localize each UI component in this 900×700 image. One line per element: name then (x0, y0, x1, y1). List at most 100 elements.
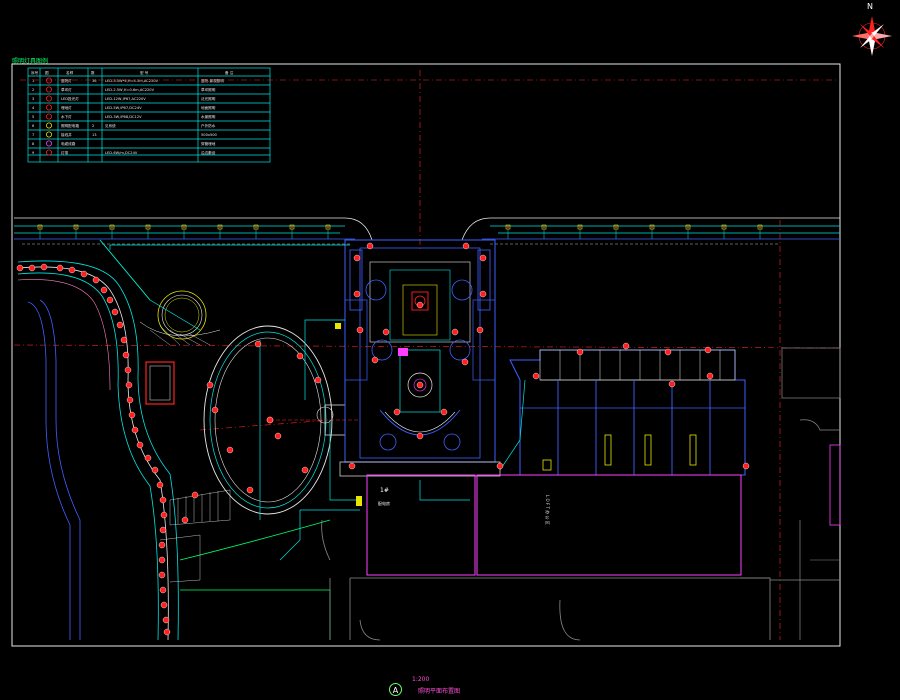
legend-cell-qty: 13 (92, 133, 97, 137)
light-fixture-icon (348, 462, 356, 470)
legend-cell-no: 2 (32, 88, 34, 92)
legend-text: 序号图名称数型 号备 注1 庭院灯 36 LED-3.5W*4,H=4.5m,AC22… (31, 70, 234, 155)
light-fixture-icon (704, 346, 712, 354)
legend-symbol-icon (46, 122, 53, 129)
bollard-light-dot-icon (75, 226, 77, 228)
light-fixture-icon (162, 616, 170, 624)
light-fixture-icon (356, 326, 364, 334)
distribution-box-2 (335, 323, 341, 329)
bollard-light-dot-icon (291, 226, 293, 228)
light-fixture-icon (393, 408, 401, 416)
light-fixture-icon (206, 381, 214, 389)
legend-cell-name: 灯带 (61, 150, 69, 155)
bollard-light-dot-icon (759, 226, 761, 228)
legend-cell-name: 接线井 (61, 132, 72, 137)
cad-drawing-canvas[interactable]: 序号图名称数型 号备 注1 庭院灯 36 LED-3.5W*4,H=4.5m,AC22… (0, 0, 900, 700)
bottom-roads (321, 519, 771, 641)
light-fixture-icon (116, 321, 124, 329)
bollard-light-dot-icon (147, 226, 149, 228)
legend-cell-note: 地面照明 (201, 105, 216, 110)
right-building (509, 349, 746, 476)
light-fixture-icon (462, 242, 470, 250)
legend-symbols (46, 77, 53, 156)
gate-wings (349, 249, 491, 311)
light-fixture-icon (296, 352, 304, 360)
legend-cell-note: 穿管埋地 (201, 141, 216, 146)
light-fixture-icon (664, 348, 672, 356)
light-fixture-icon (126, 396, 134, 404)
light-fixture-icon (163, 628, 171, 636)
legend-cell-model: LED-6W/m,DC24V (105, 151, 138, 155)
legend-header: 备 注 (225, 70, 234, 75)
legend-symbol-icon (46, 86, 53, 93)
building-1-note: 配电房 (378, 500, 390, 506)
light-fixture-icon (156, 481, 164, 489)
legend-symbol-icon (46, 77, 53, 84)
light-fixture-icon (440, 408, 448, 416)
legend-symbol-icon (46, 131, 53, 138)
light-fixture-icon (266, 416, 274, 424)
legend-cell-name: 电缆线路 (61, 141, 76, 146)
legend-symbol-icon (46, 149, 53, 156)
light-fixture-icon (301, 466, 309, 474)
legend-symbol-icon (46, 104, 53, 111)
light-fixture-icon (532, 372, 540, 380)
light-fixture-icon (144, 454, 152, 462)
light-fixture-icon (181, 516, 189, 524)
legend-cell-no: 9 (32, 151, 35, 155)
building-1-label: 1# (380, 487, 389, 494)
distribution-box-1 (356, 496, 362, 506)
bollard-light-dot-icon (507, 226, 509, 228)
lower-stairs (159, 489, 231, 583)
lawn-outline (99, 239, 331, 640)
light-fixture-icon (68, 266, 76, 274)
sheet-title: 照明平面布置图 (418, 688, 461, 695)
bollard-light-dot-icon (651, 226, 653, 228)
light-fixture-icon (16, 264, 24, 272)
legend-cell-model: LED-3.5W*4,H=4.5m,AC220V (105, 79, 159, 83)
bollard-light-dot-icon (183, 226, 185, 228)
light-fixture-icon (353, 290, 361, 298)
legend-cell-note: 户外防水 (201, 123, 216, 128)
light-fixture-icon (159, 526, 167, 534)
building-b-label: L O F T 办 公 区 (545, 495, 551, 525)
legend-cell-note: 草坪照明 (201, 87, 216, 92)
light-fixture-icon (92, 276, 100, 284)
right-edge (770, 347, 841, 640)
legend-cell-no: 3 (32, 97, 34, 101)
lower-buildings (366, 474, 742, 576)
light-fixture-icon (136, 441, 144, 449)
light-fixture-icon (160, 511, 168, 519)
bollard-light-dot-icon (39, 226, 41, 228)
legend-symbol-icon (46, 140, 53, 147)
bollard-light-dot-icon (615, 226, 617, 228)
light-fixture-icon (158, 556, 166, 564)
legend-title: 照明灯具图例 (12, 58, 49, 65)
sheet-callout: A (389, 683, 402, 696)
legend-cell-note: 庭院-景观照明 (201, 78, 224, 83)
bollard-light-dot-icon (219, 226, 221, 228)
light-fixture-icon (128, 411, 136, 419)
bollard-light-dot-icon (327, 226, 329, 228)
light-fixture-icon (158, 571, 166, 579)
light-fixture-icon (742, 462, 750, 470)
legend-cell-no: 8 (32, 142, 35, 146)
bollard-light-dot-icon (723, 226, 725, 228)
legend-cell-name: 水下灯 (61, 114, 72, 119)
legend-header: 数 (91, 70, 95, 75)
legend-symbol-icon (46, 95, 53, 102)
sheet-scale: 1:200 (412, 676, 430, 683)
legend-header: 型 号 (140, 70, 149, 75)
north-label: N (867, 2, 873, 11)
legend-header: 图 (45, 71, 49, 75)
light-fixture-icon (151, 466, 159, 474)
light-fixture-icon (451, 328, 459, 336)
legend-cell-no: 7 (32, 133, 34, 137)
light-fixture-icon (80, 270, 88, 278)
light-fixture-icon (125, 381, 133, 389)
light-fixture-icon (706, 372, 714, 380)
light-fixture-icon (120, 336, 128, 344)
light-fixture-icon (622, 342, 630, 350)
light-fixture-icon (416, 432, 424, 440)
light-fixture-icon (211, 406, 219, 414)
